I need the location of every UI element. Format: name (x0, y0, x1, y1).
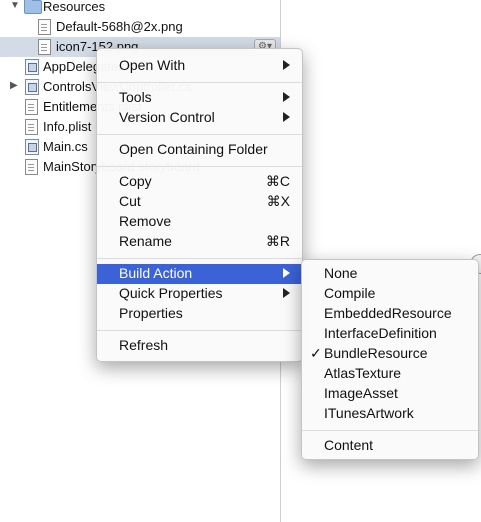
tree-file-label: Info.plist (43, 119, 92, 134)
menu-item-properties[interactable]: Properties (97, 304, 302, 324)
submenu-arrow-icon (283, 60, 290, 70)
menu-item-label: Quick Properties (119, 285, 223, 301)
tree-file-label: Default-568h@2x.png (56, 19, 183, 34)
submenu-item-content[interactable]: Content (302, 436, 478, 456)
menu-item-copy[interactable]: Copy ⌘C (97, 172, 302, 192)
submenu-item-interface-definition[interactable]: InterfaceDefinition (302, 324, 478, 344)
menu-item-label: Build Action (119, 265, 193, 281)
menu-shortcut: ⌘C (265, 173, 290, 189)
menu-item-label: Content (324, 437, 374, 453)
disclosure-open-icon[interactable]: ▼ (10, 0, 20, 11)
submenu-arrow-icon (283, 268, 290, 278)
menu-item-label: ITunesArtwork (324, 405, 414, 421)
menu-item-rename[interactable]: Rename ⌘R (97, 232, 302, 252)
image-file-icon (38, 19, 51, 35)
submenu-item-compile[interactable]: Compile (302, 284, 478, 304)
folder-icon (24, 0, 42, 14)
submenu-arrow-icon (283, 288, 290, 298)
context-menu: Open With Tools Version Control Open Con… (96, 48, 303, 362)
menu-item-label: EmbeddedResource (324, 305, 452, 321)
menu-separator (302, 430, 478, 431)
submenu-item-bundle-resource[interactable]: ✓ BundleResource (302, 344, 478, 364)
menu-item-label: Open Containing Folder (119, 141, 268, 157)
menu-item-label: Rename (119, 233, 172, 249)
menu-item-label: InterfaceDefinition (324, 325, 437, 341)
menu-item-quick-properties[interactable]: Quick Properties (97, 284, 302, 304)
menu-separator (97, 330, 302, 331)
menu-item-tools[interactable]: Tools (97, 88, 302, 108)
submenu-item-image-asset[interactable]: ImageAsset (302, 384, 478, 404)
tree-folder-label: Resources (43, 0, 106, 14)
menu-item-version-control[interactable]: Version Control (97, 108, 302, 128)
submenu-arrow-icon (283, 112, 290, 122)
menu-separator (97, 82, 302, 83)
menu-separator (97, 134, 302, 135)
storyboard-file-icon (25, 159, 38, 175)
csharp-file-icon (25, 79, 39, 95)
menu-item-build-action[interactable]: Build Action (97, 264, 302, 284)
csharp-file-icon (25, 59, 39, 75)
menu-separator (97, 166, 302, 167)
menu-item-label: Tools (119, 89, 152, 105)
menu-item-label: Properties (119, 305, 183, 321)
csharp-file-icon (25, 139, 39, 155)
disclosure-closed-icon[interactable]: ▶ (10, 80, 18, 91)
menu-item-label: Compile (324, 285, 376, 301)
menu-separator (97, 258, 302, 259)
tree-file-label: Main.cs (43, 139, 88, 154)
tree-row-resources[interactable]: ▼ Resources (0, 0, 280, 17)
menu-item-label: ImageAsset (324, 385, 398, 401)
menu-item-label: None (324, 265, 358, 281)
submenu-item-itunes-artwork[interactable]: ITunesArtwork (302, 404, 478, 424)
build-action-submenu: None Compile EmbeddedResource InterfaceD… (301, 259, 479, 460)
menu-shortcut: ⌘R (265, 233, 290, 249)
menu-item-label: Copy (119, 173, 152, 189)
menu-item-label: BundleResource (324, 345, 428, 361)
checkmark-icon: ✓ (310, 345, 322, 361)
menu-item-label: Remove (119, 213, 172, 229)
menu-item-refresh[interactable]: Refresh (97, 336, 302, 356)
menu-item-label: Refresh (119, 337, 169, 353)
tree-row-file[interactable]: Default-568h@2x.png (0, 17, 280, 37)
menu-item-open-with[interactable]: Open With (97, 56, 302, 76)
menu-item-label: Cut (119, 193, 141, 209)
menu-shortcut: ⌘X (266, 193, 290, 209)
menu-item-label: AtlasTexture (324, 365, 402, 381)
plist-file-icon (25, 119, 38, 135)
submenu-arrow-icon (283, 92, 290, 102)
menu-item-open-containing-folder[interactable]: Open Containing Folder (97, 140, 302, 160)
menu-item-label: Open With (119, 57, 186, 73)
plist-file-icon (25, 99, 38, 115)
submenu-item-none[interactable]: None (302, 264, 478, 284)
submenu-item-atlas-texture[interactable]: AtlasTexture (302, 364, 478, 384)
menu-item-remove[interactable]: Remove (97, 212, 302, 232)
image-file-icon (38, 39, 51, 55)
menu-item-cut[interactable]: Cut ⌘X (97, 192, 302, 212)
menu-item-label: Version Control (119, 109, 215, 125)
submenu-item-embedded-resource[interactable]: EmbeddedResource (302, 304, 478, 324)
